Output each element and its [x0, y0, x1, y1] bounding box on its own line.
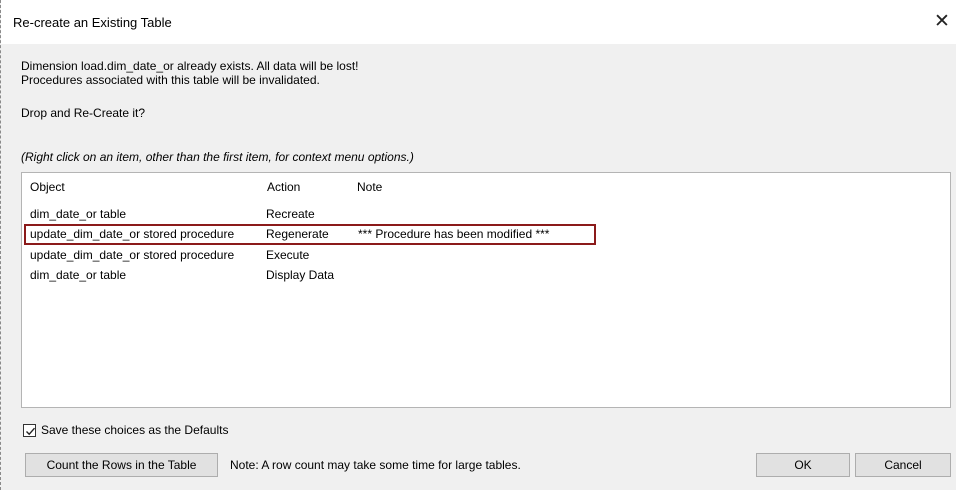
list-item[interactable]: dim_date_or table Recreate — [22, 206, 950, 223]
checkmark-icon — [26, 427, 36, 436]
question-text: Drop and Re-Create it? — [21, 106, 146, 120]
close-icon[interactable]: ✕ — [927, 8, 956, 36]
title-bar: Re-create an Existing Table ✕ — [1, 0, 956, 44]
column-header-note[interactable]: Note — [357, 179, 382, 196]
list-item-action: Recreate — [266, 207, 315, 221]
list-item[interactable]: dim_date_or table Display Data — [22, 267, 950, 284]
context-menu-hint: (Right click on an item, other than the … — [21, 150, 414, 164]
save-defaults-label[interactable]: Save these choices as the Defaults — [41, 423, 228, 437]
message-line-2: Procedures associated with this table wi… — [21, 73, 320, 87]
list-item[interactable]: update_dim_date_or stored procedure Exec… — [22, 247, 950, 264]
list-item-action: Display Data — [266, 268, 335, 282]
list-item-object: dim_date_or table — [30, 207, 127, 221]
message-line-1: Dimension load.dim_date_or already exist… — [21, 59, 359, 73]
column-header-action[interactable]: Action — [267, 179, 300, 196]
column-header-object[interactable]: Object — [30, 179, 65, 196]
list-item-object: dim_date_or table — [30, 268, 127, 282]
modified-row-highlight — [24, 224, 596, 245]
row-count-note: Note: A row count may take some time for… — [230, 458, 521, 472]
ok-button[interactable]: OK — [756, 453, 850, 477]
list-header: Object Action Note — [22, 179, 950, 196]
objects-list[interactable]: Object Action Note dim_date_or table Rec… — [21, 172, 951, 408]
cancel-button[interactable]: Cancel — [855, 453, 951, 477]
list-item-action: Execute — [266, 248, 310, 262]
save-defaults-checkbox[interactable] — [23, 424, 36, 437]
count-rows-button[interactable]: Count the Rows in the Table — [25, 453, 218, 477]
list-item-object: update_dim_date_or stored procedure — [30, 248, 235, 262]
dialog-title: Re-create an Existing Table — [13, 15, 172, 30]
recreate-table-dialog: Re-create an Existing Table ✕ Dimension … — [0, 0, 956, 490]
